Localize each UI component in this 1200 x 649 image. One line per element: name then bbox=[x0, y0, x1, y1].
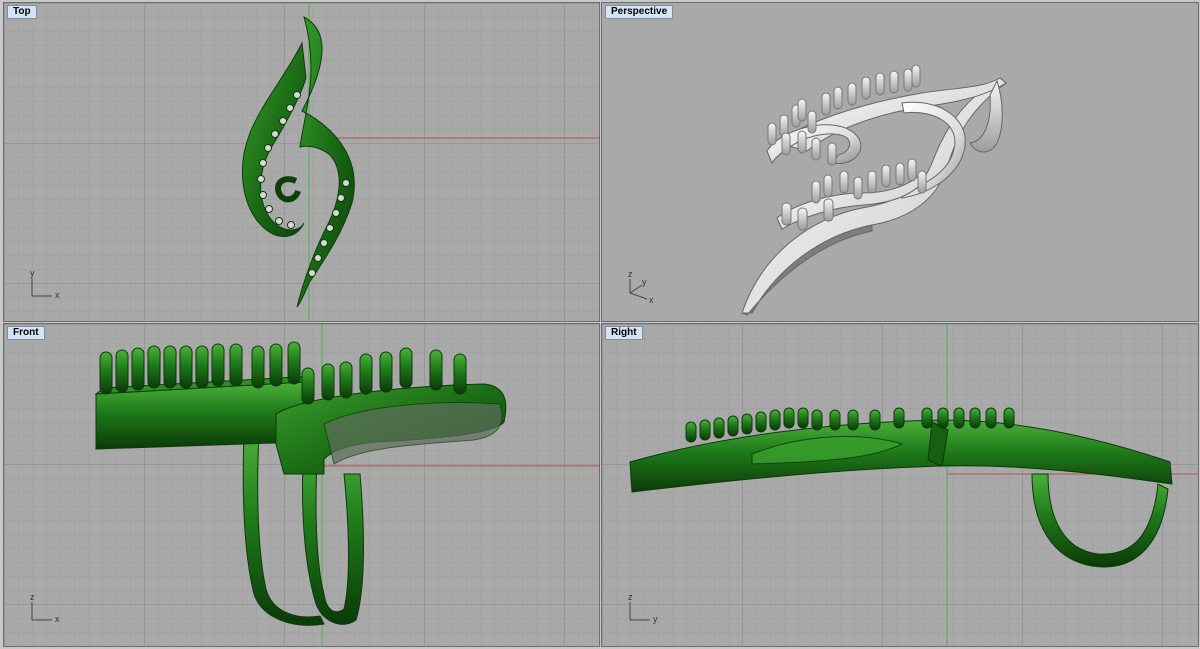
axis-label-x: x bbox=[649, 295, 654, 305]
axis-label-z: z bbox=[30, 592, 35, 602]
viewport-top[interactable]: x y Top bbox=[3, 2, 600, 322]
axis-label-z: z bbox=[628, 269, 633, 279]
viewport-title-front[interactable]: Front bbox=[7, 326, 45, 340]
viewport-perspective[interactable]: z y x Perspective bbox=[601, 2, 1199, 322]
viewport-front[interactable]: x z Front bbox=[3, 323, 600, 647]
viewport-right-canvas[interactable]: y z bbox=[602, 324, 1198, 646]
axis-label-x: x bbox=[55, 290, 60, 300]
viewport-perspective-canvas[interactable]: z y x bbox=[602, 3, 1198, 321]
viewport-front-canvas[interactable]: x z bbox=[4, 324, 599, 646]
viewport-top-canvas[interactable]: x y bbox=[4, 3, 599, 321]
viewport-title-perspective[interactable]: Perspective bbox=[605, 5, 674, 19]
viewport-title-right[interactable]: Right bbox=[605, 326, 643, 340]
axis-label-y: y bbox=[642, 277, 647, 287]
viewport-right[interactable]: y z Right bbox=[601, 323, 1199, 647]
axis-label-z: z bbox=[628, 592, 633, 602]
viewport-title-top[interactable]: Top bbox=[7, 5, 37, 19]
axis-label-y: y bbox=[30, 268, 35, 278]
axis-label-x: x bbox=[55, 614, 60, 624]
axis-label-y: y bbox=[653, 614, 658, 624]
